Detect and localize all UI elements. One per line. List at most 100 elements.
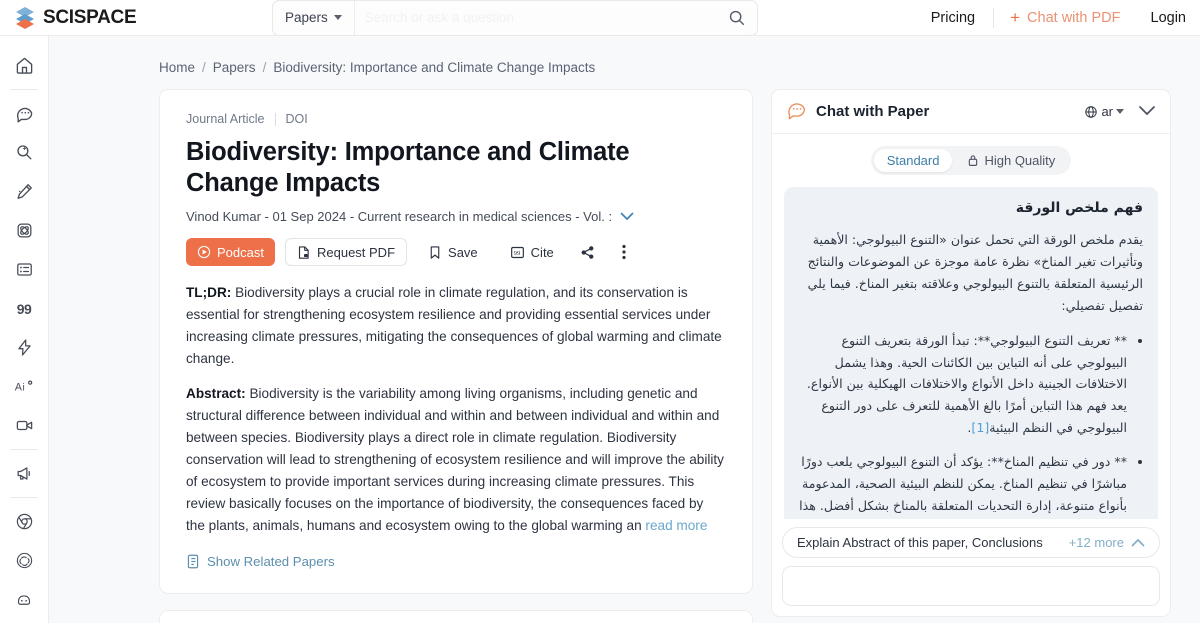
quality-toggle[interactable]: Standard High Quality <box>870 146 1072 175</box>
request-pdf-label: Request PDF <box>316 244 396 260</box>
lightning-icon <box>17 339 31 356</box>
sidebar-item-announcements[interactable] <box>4 454 44 493</box>
sidebar-item-video-tools[interactable] <box>4 406 44 445</box>
cite-label: Cite <box>530 244 554 260</box>
sidebar-item-chrome-extension[interactable] <box>4 502 44 541</box>
search-input[interactable] <box>364 10 718 25</box>
chat-input-box[interactable] <box>782 566 1160 606</box>
sidebar-item-citation-generator[interactable]: 99 <box>4 289 44 328</box>
paper-doi-link[interactable]: DOI <box>286 112 308 126</box>
svg-text:i: i <box>22 382 24 393</box>
language-selector[interactable]: ar <box>1084 104 1124 119</box>
sidebar-item-ai-humanizer[interactable]: A i <box>4 367 44 406</box>
show-related-papers-label: Show Related Papers <box>207 554 335 570</box>
sidebar-item-home[interactable] <box>4 46 44 85</box>
suggestions-more-label: +12 more <box>1068 535 1124 550</box>
chat-with-pdf-button[interactable]: + Chat with PDF <box>994 9 1136 26</box>
chevron-down-icon <box>333 15 342 20</box>
chat-panel-header-controls: ar <box>1084 103 1156 121</box>
globe-icon <box>1085 105 1098 118</box>
search-input-area[interactable] <box>355 1 728 35</box>
rail-divider-3 <box>10 497 38 498</box>
breadcrumb-home[interactable]: Home <box>159 60 195 75</box>
megaphone-icon <box>17 467 30 480</box>
chat-panel-title: Chat with Paper <box>816 103 930 120</box>
language-label: ar <box>1101 104 1113 119</box>
podcast-label: Podcast <box>217 244 264 260</box>
quote-99-icon: 99 <box>16 300 32 317</box>
paper-authors-row: Vinod Kumar - 01 Sep 2024 - Current rese… <box>186 209 726 224</box>
plus-icon: + <box>1010 8 1021 27</box>
assistant-message-title: فهم ملخص الورقة <box>1015 200 1143 216</box>
quality-toggle-row: Standard High Quality <box>772 134 1170 175</box>
main-canvas: Home / Papers / Biodiversity: Importance… <box>49 36 1200 623</box>
sidebar-item-ai-detector[interactable] <box>4 211 44 250</box>
show-related-papers-button[interactable]: Show Related Papers <box>186 554 726 569</box>
rail-divider <box>10 89 38 90</box>
suggestion-bar[interactable]: Explain Abstract of this paper, Conclusi… <box>782 527 1160 558</box>
more-vertical-icon <box>622 245 626 260</box>
suggestions-more-button[interactable]: +12 more <box>1069 535 1145 550</box>
home-icon <box>16 57 32 74</box>
tldr-label: TL;DR: <box>186 285 232 301</box>
paper-authors-text: Vinod Kumar - 01 Sep 2024 - Current rese… <box>186 209 613 225</box>
breadcrumb: Home / Papers / Biodiversity: Importance… <box>49 36 1200 75</box>
breadcrumb-papers[interactable]: Papers <box>213 60 256 75</box>
paper-meta-row: Journal Article DOI <box>186 112 726 126</box>
share-icon <box>581 245 594 259</box>
paper-detail-card: Journal Article DOI Biodiversity: Import… <box>159 89 753 595</box>
rail-divider-2 <box>10 449 38 450</box>
podcast-button[interactable]: Podcast <box>186 238 275 267</box>
next-section-card <box>159 610 753 623</box>
sidebar-item-extract-data[interactable] <box>4 250 44 289</box>
search-bar[interactable]: Papers <box>272 0 758 36</box>
quality-option-standard[interactable]: Standard <box>873 149 953 172</box>
sidebar-item-literature-review[interactable] <box>4 133 44 172</box>
more-options-button[interactable] <box>611 239 637 265</box>
abstract-text: Biodiversity is the variability among li… <box>186 386 724 534</box>
assistant-message-paragraph: يقدم ملخص الورقة التي تحمل عنوان «التنوع… <box>807 232 1143 313</box>
chat-with-pdf-label: Chat with PDF <box>1027 9 1121 26</box>
chevron-down-icon <box>1116 109 1124 114</box>
login-button[interactable]: Login <box>1137 10 1186 26</box>
document-list-icon <box>187 555 199 569</box>
citation-ref[interactable]: [1] <box>971 420 989 435</box>
quality-high-label: High Quality <box>984 153 1056 168</box>
quality-standard-label: Standard <box>886 153 940 168</box>
request-pdf-button[interactable]: Request PDF <box>284 238 408 267</box>
sidebar-item-chat[interactable] <box>4 94 44 133</box>
top-header: SCISPACE Papers Pricing + Chat with PDF … <box>0 0 1200 36</box>
cite-button[interactable]: 99 Cite <box>499 238 565 266</box>
lock-icon <box>969 155 978 166</box>
sidebar-item-paraphraser[interactable] <box>4 172 44 211</box>
chevron-down-icon[interactable] <box>620 209 634 224</box>
logo[interactable]: SCISPACE <box>0 6 258 30</box>
header-nav: Pricing + Chat with PDF Login <box>913 7 1200 28</box>
svg-text:A: A <box>15 381 23 393</box>
search-icon <box>729 10 745 26</box>
file-lock-icon <box>298 246 309 259</box>
breadcrumb-separator-2: / <box>262 60 267 75</box>
share-button[interactable] <box>575 239 601 265</box>
quality-option-high[interactable]: High Quality <box>954 149 1068 172</box>
sidebar-item-discord[interactable] <box>4 580 44 619</box>
logo-text: SCISPACE <box>43 6 137 28</box>
pen-sparkle-icon <box>16 184 32 199</box>
ai-text-icon: A i <box>15 380 33 393</box>
search-submit-button[interactable] <box>728 9 757 26</box>
paper-actions: Podcast Request PDF Save 99 Cite <box>186 238 726 267</box>
page-title: Biodiversity: Importance and Climate Cha… <box>186 138 630 198</box>
nav-pricing-link[interactable]: Pricing <box>913 10 993 26</box>
sidebar-item-openai[interactable] <box>4 541 44 580</box>
sidebar-item-ai-writer[interactable] <box>4 328 44 367</box>
bookmark-icon <box>430 246 440 259</box>
save-button[interactable]: Save <box>417 238 489 266</box>
collapse-panel-button[interactable] <box>1138 103 1156 121</box>
content-columns: Journal Article DOI Biodiversity: Import… <box>49 75 1200 623</box>
tldr-paragraph: TL;DR: Biodiversity plays a crucial role… <box>186 282 726 370</box>
suggestion-text: Explain Abstract of this paper, Conclusi… <box>797 535 1043 550</box>
breadcrumb-current: Biodiversity: Importance and Climate Cha… <box>273 60 596 75</box>
read-more-link[interactable]: read more <box>645 518 707 533</box>
list-extract-icon <box>16 263 32 276</box>
search-scope-dropdown[interactable]: Papers <box>273 0 355 35</box>
